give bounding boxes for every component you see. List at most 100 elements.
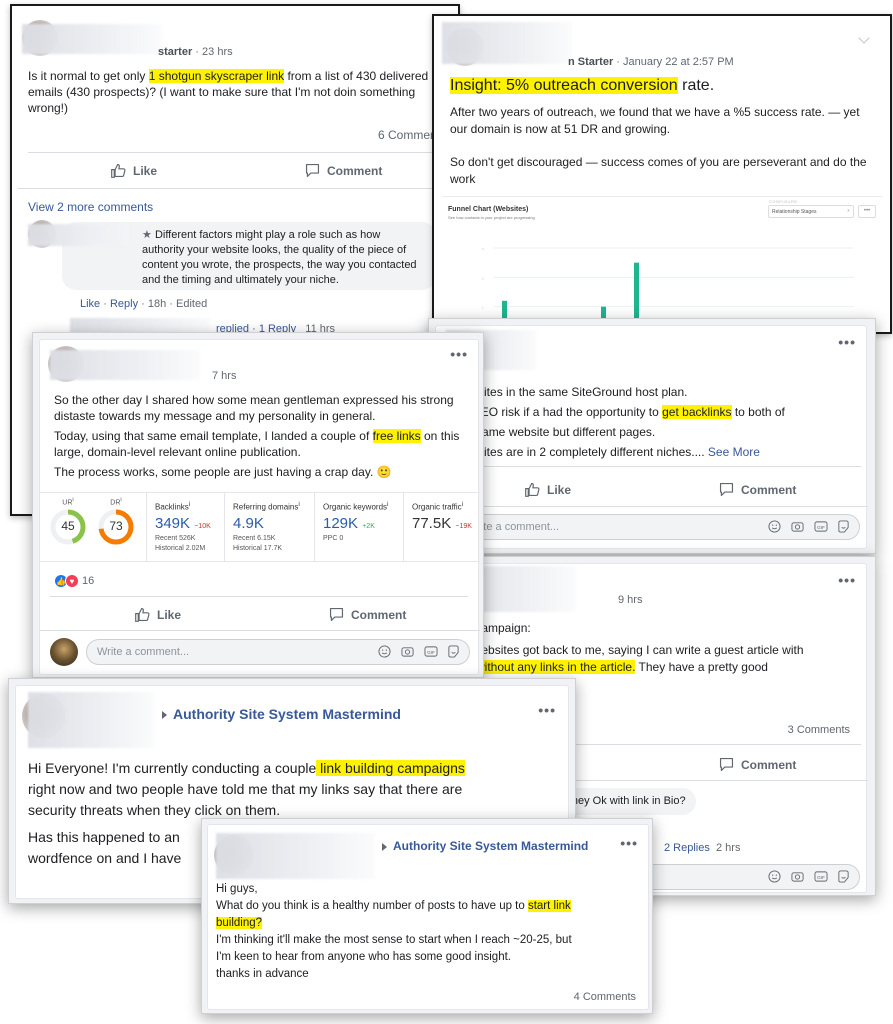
gif-icon[interactable]: GIF: [423, 644, 438, 659]
post-time[interactable]: 23 hrs: [202, 46, 233, 58]
comment-button[interactable]: Comment: [718, 756, 796, 773]
divider: [18, 188, 458, 189]
y-tick-label: 1: [482, 306, 484, 310]
author-name-redacted: [22, 24, 162, 54]
camera-icon[interactable]: [790, 869, 805, 884]
divider: [28, 152, 458, 153]
dr-label: DRi: [110, 497, 122, 507]
post-card-free-links: 7 hrs ••• So the other day I shared how …: [32, 332, 484, 678]
post-text: After two years of outreach, we found th…: [450, 105, 867, 186]
comment-input[interactable]: Write a comment... GIF: [456, 514, 860, 540]
star-icon: ★: [142, 229, 152, 241]
sticker-icon[interactable]: [836, 869, 851, 884]
like-button[interactable]: Like: [524, 481, 571, 498]
camera-icon[interactable]: [400, 644, 415, 659]
more-options-button[interactable]: •••: [450, 346, 468, 362]
comment-button[interactable]: Comment: [328, 606, 406, 623]
comment-bubble-icon: [305, 163, 320, 178]
comment-actions: Like · Reply · 18h · Edited: [80, 298, 208, 310]
emoji-icon[interactable]: [767, 519, 782, 534]
comment-bubble-icon: [719, 482, 734, 497]
comments-count[interactable]: 6 Commen: [378, 128, 437, 142]
post-time[interactable]: 7 hrs: [212, 370, 236, 382]
sticker-icon[interactable]: [446, 644, 461, 659]
svg-text:GIF: GIF: [817, 525, 825, 530]
group-link[interactable]: Authority Site System Mastermind: [162, 706, 401, 722]
post-time[interactable]: January 22 at 2:57 PM: [623, 56, 734, 68]
post-card-outreach-insight: n Starter · January 22 at 2:57 PM Insigh…: [432, 14, 892, 334]
more-options-button[interactable]: •••: [620, 835, 638, 851]
highlight: 1 shotgun skyscraper link: [148, 69, 285, 83]
love-reaction-icon: ♥: [65, 574, 79, 588]
chevron-down-icon[interactable]: [858, 32, 870, 44]
metric-backlinks: Backlinksi 349K −10K Recent 526K Histori…: [146, 493, 224, 561]
post-text: Hi guys, What do you think is a healthy …: [216, 883, 572, 980]
comment-button[interactable]: Comment: [304, 162, 382, 179]
author-name-redacted: [442, 22, 572, 64]
author-name-redacted: [50, 350, 200, 380]
see-more-link[interactable]: See More: [708, 445, 760, 459]
like-button[interactable]: Like: [110, 162, 157, 179]
divider: [50, 596, 468, 597]
metric-organic-traffic: Organic traffici 77.5K −19K: [403, 493, 480, 561]
y-tick-label: 3: [482, 247, 484, 251]
post-meta: starter · 23 hrs: [158, 46, 233, 58]
thumbs-up-icon: [111, 163, 126, 178]
emoji-icon[interactable]: [767, 869, 782, 884]
caret-right-icon: [382, 842, 387, 851]
post-text: Is it normal to get only 1 shotgun skysc…: [28, 69, 429, 115]
funnel-chart-plot: 0123: [482, 247, 854, 332]
post-text: So the other day I shared how some mean …: [54, 393, 460, 479]
post-headline: Insight: 5% outreach conversion rate.: [450, 77, 715, 94]
divider: [436, 506, 868, 507]
commenter-name-redacted: [28, 224, 128, 246]
like-button[interactable]: Like: [134, 606, 181, 623]
metric-organic-keywords: Organic keywordsi 129K +2K PPC 0: [314, 493, 403, 561]
metric-referring-domains: Referring domainsi 4.9K Recent 6.15K His…: [224, 493, 314, 561]
post-inner: Authority Site System Mastermind ••• Hi …: [207, 824, 649, 1010]
replies-summary[interactable]: 2 Replies 2 hrs: [664, 842, 740, 854]
y-tick-label: 2: [482, 276, 484, 280]
comments-count[interactable]: 4 Comments: [574, 991, 636, 1003]
comment-bubble-icon: [329, 607, 344, 622]
emoji-icon[interactable]: [377, 644, 392, 659]
comments-count[interactable]: 3 Comments: [788, 724, 850, 736]
ur-label: URi: [62, 497, 74, 507]
post-card-siteground: ••• websites in the same SiteGround host…: [428, 318, 876, 554]
gif-icon[interactable]: GIF: [813, 519, 828, 534]
post-inner: ••• websites in the same SiteGround host…: [435, 325, 868, 549]
rating-gauges: URi 45 DRi 73: [40, 493, 146, 561]
thumbs-up-icon: [135, 607, 150, 622]
post-inner: 7 hrs ••• So the other day I shared how …: [39, 339, 480, 675]
ur-value: 45: [61, 519, 75, 533]
reactions-summary[interactable]: 👍 ♥ 16: [54, 574, 94, 588]
author-name-redacted: [216, 833, 374, 879]
comment-button[interactable]: Comment: [718, 481, 796, 498]
post-card-start-link-building: Authority Site System Mastermind ••• Hi …: [201, 818, 653, 1014]
more-options-button[interactable]: •••: [838, 572, 856, 588]
thumbs-up-icon: [525, 482, 540, 497]
view-more-comments-link[interactable]: View 2 more comments: [28, 200, 153, 214]
comment-like-link[interactable]: Like: [80, 298, 100, 310]
group-link[interactable]: Authority Site System Mastermind: [382, 839, 588, 853]
post-text: websites in the same SiteGround host pla…: [456, 385, 785, 459]
divider: [40, 630, 480, 631]
current-user-avatar[interactable]: [50, 638, 78, 666]
gif-icon[interactable]: GIF: [813, 869, 828, 884]
more-options-button[interactable]: •••: [538, 702, 556, 718]
smile-emoji-icon: 🙂: [376, 465, 392, 479]
more-options-button[interactable]: •••: [838, 334, 856, 350]
sticker-icon[interactable]: [836, 519, 851, 534]
dr-value: 73: [109, 519, 123, 533]
post-meta: n Starter · January 22 at 2:57 PM: [568, 56, 734, 68]
camera-icon[interactable]: [790, 519, 805, 534]
comment-reply-link[interactable]: Reply: [110, 298, 138, 310]
post-time[interactable]: 9 hrs: [618, 594, 642, 606]
svg-text:GIF: GIF: [427, 650, 435, 655]
comment-input[interactable]: Write a comment... GIF: [86, 639, 470, 665]
ahrefs-metrics-panel: URi 45 DRi 73 Backlinksi 349K −10K Recen…: [40, 492, 480, 562]
divider: [442, 196, 882, 197]
svg-text:GIF: GIF: [817, 875, 825, 880]
funnel-chart: Funnel Chart (Websites) See how contacts…: [444, 199, 884, 332]
caret-right-icon: [162, 711, 167, 720]
